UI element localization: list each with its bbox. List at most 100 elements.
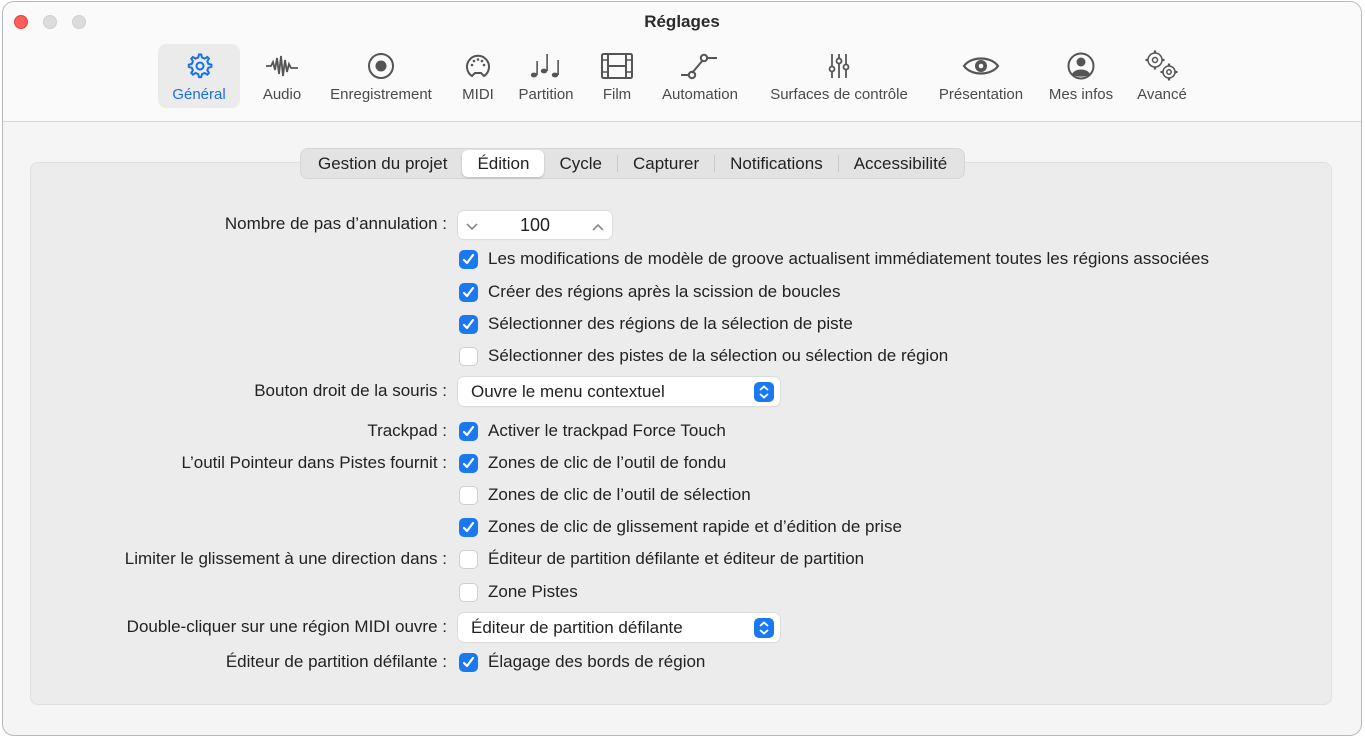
select-tracks-label: Sélectionner des pistes de la sélection … <box>488 346 949 365</box>
toolbar-item-my-info[interactable]: Mes infos <box>1041 44 1121 108</box>
right-mouse-row: Bouton droit de la souris : Ouvre le men… <box>0 377 1365 406</box>
toolbar-item-display[interactable]: Présentation <box>931 44 1031 108</box>
trackpad-option-label: Activer le trackpad Force Touch <box>488 421 726 440</box>
groove-update-checkbox[interactable] <box>459 250 478 269</box>
limit-drag-tracks-label: Zone Pistes <box>488 582 578 601</box>
gear-icon <box>184 48 214 84</box>
limit-drag-piano-roll-label: Éditeur de partition défilante et éditeu… <box>488 549 865 568</box>
toolbar-item-label: Film <box>602 86 632 103</box>
tab-editing[interactable]: Édition <box>462 150 545 177</box>
limit-drag-row-2: Zone Pistes <box>0 579 1365 605</box>
checkmark-icon <box>462 425 475 437</box>
toolbar-item-label: Avancé <box>1137 86 1187 103</box>
toolbar-item-midi[interactable]: MIDI <box>455 44 501 108</box>
waveform-icon <box>264 48 300 84</box>
toolbar-item-label: MIDI <box>462 86 494 103</box>
toolbar-item-audio[interactable]: Audio <box>253 44 311 108</box>
undo-steps-row: Nombre de pas d’annulation : 100 <box>0 211 1365 239</box>
limit-drag-row-1: Limiter le glissement à une direction da… <box>0 546 1365 572</box>
create-regions-checkbox[interactable] <box>459 283 478 302</box>
toolbar-item-advanced[interactable]: Avancé <box>1131 44 1193 108</box>
select-regions-row: Sélectionner des régions de la sélection… <box>0 311 1365 337</box>
limit-drag-piano-roll-checkbox[interactable] <box>459 550 478 569</box>
pointer-tool-row-3: Zones de clic de glissement rapide et d’… <box>0 514 1365 540</box>
tab-project-handling[interactable]: Gestion du projet <box>303 150 462 177</box>
tab-cycle[interactable]: Cycle <box>544 150 617 177</box>
toolbar-item-general[interactable]: Général <box>158 44 240 108</box>
quick-swipe-checkbox[interactable] <box>459 518 478 537</box>
trackpad-row: Trackpad : Activer le trackpad Force Tou… <box>0 418 1365 444</box>
create-regions-row: Créer des régions après la scission de b… <box>0 279 1365 305</box>
checkmark-icon <box>462 318 475 330</box>
pointer-tool-label: L’outil Pointeur dans Pistes fournit : <box>181 453 447 472</box>
fade-tool-label: Zones de clic de l’outil de fondu <box>488 453 727 472</box>
checkmark-icon <box>462 521 475 533</box>
marquee-tool-checkbox[interactable] <box>459 486 478 505</box>
right-mouse-value: Ouvre le menu contextuel <box>471 382 665 401</box>
piano-roll-row: Éditeur de partition défilante : Élagage… <box>0 649 1365 675</box>
toolbar-item-recording[interactable]: Enregistrement <box>321 44 441 108</box>
tab-capture[interactable]: Capturer <box>618 150 714 177</box>
toolbar-item-label: Mes infos <box>1048 86 1114 103</box>
double-click-midi-label: Double-cliquer sur une région MIDI ouvre… <box>126 617 447 636</box>
select-tracks-checkbox[interactable] <box>459 347 478 366</box>
music-notes-icon <box>528 48 564 84</box>
toolbar-item-label: Partition <box>518 86 574 103</box>
quick-swipe-label: Zones de clic de glissement rapide et d’… <box>488 517 902 536</box>
limit-drag-label: Limiter le glissement à une direction da… <box>124 549 447 568</box>
tab-notifications[interactable]: Notifications <box>715 150 838 177</box>
toolbar-item-label: Surfaces de contrôle <box>770 86 908 103</box>
select-tracks-row: Sélectionner des pistes de la sélection … <box>0 343 1365 369</box>
right-mouse-label: Bouton droit de la souris : <box>254 381 447 400</box>
popup-arrows-icon <box>754 618 774 638</box>
toolbar-item-label: Présentation <box>938 86 1024 103</box>
double-click-midi-value: Éditeur de partition défilante <box>471 618 683 637</box>
eye-icon <box>961 48 1001 84</box>
toolbar-item-score[interactable]: Partition <box>510 44 582 108</box>
groove-update-row: Les modifications de modèle de groove ac… <box>0 246 1365 272</box>
checkmark-icon <box>462 656 475 668</box>
pointer-tool-row-1: L’outil Pointeur dans Pistes fournit : Z… <box>0 450 1365 476</box>
trackpad-label: Trackpad : <box>367 421 447 440</box>
checkmark-icon <box>462 253 475 265</box>
groove-update-label: Les modifications de modèle de groove ac… <box>488 249 1210 268</box>
tab-bar: Gestion du projet Édition Cycle Capturer… <box>300 148 966 179</box>
undo-steps-value[interactable]: 100 <box>458 215 612 236</box>
toolbar-item-automation[interactable]: Automation <box>653 44 747 108</box>
toolbar-item-control-surfaces[interactable]: Surfaces de contrôle <box>757 44 921 108</box>
midi-connector-icon <box>463 48 493 84</box>
fade-tool-checkbox[interactable] <box>459 454 478 473</box>
checkmark-icon <box>462 457 475 469</box>
limit-drag-tracks-checkbox[interactable] <box>459 583 478 602</box>
toolbar: Réglages Général Audio Enregistrement MI… <box>3 2 1361 122</box>
select-regions-label: Sélectionner des régions de la sélection… <box>488 314 853 333</box>
sliders-icon <box>824 48 854 84</box>
toolbar-item-label: Automation <box>662 86 738 103</box>
person-circle-icon <box>1066 48 1096 84</box>
pointer-tool-row-2: Zones de clic de l’outil de sélection <box>0 482 1365 508</box>
double-click-midi-popup[interactable]: Éditeur de partition défilante <box>458 613 780 642</box>
piano-roll-label: Éditeur de partition défilante : <box>225 652 447 671</box>
marquee-tool-label: Zones de clic de l’outil de sélection <box>488 485 751 504</box>
toolbar-item-film[interactable]: Film <box>593 44 641 108</box>
toolbar-item-label: Audio <box>262 86 302 103</box>
region-border-trimming-label: Élagage des bords de région <box>488 652 706 671</box>
record-icon <box>366 48 396 84</box>
create-regions-label: Créer des régions après la scission de b… <box>488 282 841 301</box>
tab-accessibility[interactable]: Accessibilité <box>839 150 963 177</box>
film-icon <box>600 48 634 84</box>
toolbar-item-label: Général <box>172 86 226 103</box>
region-border-trimming-checkbox[interactable] <box>459 653 478 672</box>
toolbar-item-label: Enregistrement <box>330 86 432 103</box>
trackpad-checkbox[interactable] <box>459 422 478 441</box>
undo-steps-label: Nombre de pas d’annulation : <box>224 214 447 233</box>
right-mouse-popup[interactable]: Ouvre le menu contextuel <box>458 377 780 406</box>
select-regions-checkbox[interactable] <box>459 315 478 334</box>
undo-steps-stepper[interactable]: 100 <box>458 211 612 239</box>
chevron-up-icon[interactable] <box>592 219 604 237</box>
double-click-midi-row: Double-cliquer sur une région MIDI ouvre… <box>0 613 1365 642</box>
gears-icon <box>1142 48 1182 84</box>
automation-curve-icon <box>678 48 722 84</box>
window-title: Réglages <box>644 12 720 31</box>
checkmark-icon <box>462 286 475 298</box>
